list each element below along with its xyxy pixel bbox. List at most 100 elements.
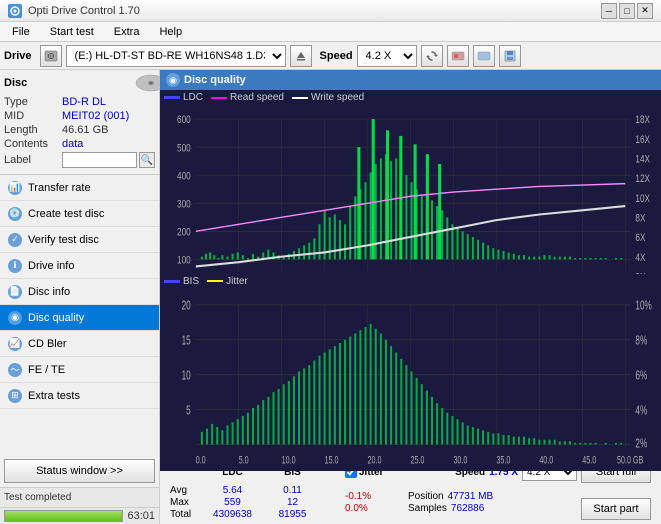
ldc-max: 559: [200, 497, 265, 508]
svg-text:6%: 6%: [635, 368, 647, 382]
eject-button[interactable]: [290, 45, 312, 67]
bis-values: 0.11 12 81955: [265, 485, 320, 520]
disc-icon: [135, 74, 155, 92]
ldc-avg: 5.64: [200, 485, 265, 496]
length-value: 46.61 GB: [62, 124, 108, 136]
total-label: Total: [170, 509, 200, 520]
disc-info-icon: 📄: [8, 285, 22, 299]
contents-value: data: [62, 138, 83, 150]
main-content: Disc Type BD-R DL MID MEIT02 (001) Leng: [0, 70, 661, 524]
svg-text:8X: 8X: [635, 212, 645, 225]
chart1-svg: 600 500 400 300 200 100 18X 16X 14X 12X …: [160, 105, 661, 288]
menu-help[interactable]: Help: [151, 24, 190, 40]
close-button[interactable]: ✕: [637, 3, 653, 19]
progress-area: Test completed: [0, 487, 159, 507]
jitter-max: 0.0%: [345, 503, 400, 514]
speed-label: Speed: [320, 50, 353, 62]
type-label: Type: [4, 96, 62, 108]
transfer-rate-icon: 📊: [8, 181, 22, 195]
panel-icon: ◉: [166, 73, 180, 87]
bis-total: 81955: [265, 509, 320, 520]
chart1-legend: LDC Read speed Write speed: [160, 90, 661, 105]
tool2-button[interactable]: [473, 45, 495, 67]
label-input[interactable]: [62, 152, 137, 168]
app-icon: [8, 4, 22, 18]
maximize-button[interactable]: □: [619, 3, 635, 19]
ldc-legend-item: LDC: [164, 92, 203, 103]
nav-cd-bler[interactable]: 📈 CD Bler: [0, 331, 159, 357]
position-samples: Position 47731 MB Samples 762886: [408, 491, 577, 514]
position-label: Position: [408, 491, 444, 502]
svg-text:10%: 10%: [635, 298, 652, 312]
stats-data: Avg Max Total 5.64 559 4309638 0.11 12 8…: [166, 485, 655, 520]
menubar: File Start test Extra Help: [0, 22, 661, 42]
jitter-legend-item: Jitter: [207, 276, 248, 287]
menu-file[interactable]: File: [4, 24, 38, 40]
svg-text:14X: 14X: [635, 153, 650, 166]
nav-transfer-rate[interactable]: 📊 Transfer rate: [0, 175, 159, 201]
chart2-legend: BIS Jitter: [160, 274, 661, 289]
write-speed-legend-item: Write speed: [292, 92, 364, 103]
progress-bar: [4, 510, 123, 522]
titlebar-left: Opti Drive Control 1.70: [8, 4, 140, 18]
type-value: BD-R DL: [62, 96, 106, 108]
nav-drive-info[interactable]: ℹ Drive info: [0, 253, 159, 279]
bis-legend-label: BIS: [183, 276, 199, 287]
ldc-chart: LDC Read speed Write speed: [160, 90, 661, 274]
drive-label: Drive: [4, 50, 32, 62]
status-window-button[interactable]: Status window >>: [4, 459, 155, 483]
svg-text:30.0: 30.0: [453, 454, 467, 466]
samples-label: Samples: [408, 503, 447, 514]
svg-text:0.0: 0.0: [196, 454, 206, 466]
nav-create-test-disc[interactable]: 💿 Create test disc: [0, 201, 159, 227]
svg-text:8%: 8%: [635, 333, 647, 347]
jitter-legend-label: Jitter: [226, 276, 248, 287]
save-button[interactable]: [499, 45, 521, 67]
label-search-button[interactable]: 🔍: [139, 152, 155, 168]
titlebar-controls: ─ □ ✕: [601, 3, 653, 19]
svg-text:300: 300: [177, 198, 191, 211]
contents-label: Contents: [4, 138, 62, 150]
mid-value: MEIT02 (001): [62, 110, 129, 122]
nav-fe-te[interactable]: 〜 FE / TE: [0, 357, 159, 383]
jitter-avg: -0.1%: [345, 491, 400, 502]
menu-start-test[interactable]: Start test: [42, 24, 102, 40]
disc-contents-field: Contents data: [4, 138, 155, 150]
svg-text:2%: 2%: [635, 436, 647, 450]
ldc-legend-label: LDC: [183, 92, 203, 103]
progress-fill: [5, 511, 122, 521]
samples-value: 762886: [451, 503, 484, 514]
start-part-button[interactable]: Start part: [581, 498, 651, 520]
svg-text:50.0 GB: 50.0 GB: [617, 454, 643, 466]
nav-verify-test-disc[interactable]: ✓ Verify test disc: [0, 227, 159, 253]
bis-legend-item: BIS: [164, 276, 199, 287]
svg-text:200: 200: [177, 226, 191, 239]
create-test-disc-icon: 💿: [8, 207, 22, 221]
jitter-legend-color: [207, 280, 223, 282]
chart2-svg: 20 15 10 5 10% 8% 6% 4% 2% 0.0 5.0 10.0 …: [160, 289, 661, 472]
menu-extra[interactable]: Extra: [106, 24, 148, 40]
minimize-button[interactable]: ─: [601, 3, 617, 19]
svg-text:15.0: 15.0: [325, 454, 339, 466]
nav-extra-tests[interactable]: ⊞ Extra tests: [0, 383, 159, 409]
read-speed-legend-color: [211, 97, 227, 99]
tool1-button[interactable]: [447, 45, 469, 67]
svg-text:4%: 4%: [635, 403, 647, 417]
position-row: Position 47731 MB: [408, 491, 577, 502]
disc-title: Disc: [4, 77, 27, 89]
svg-text:35.0: 35.0: [496, 454, 510, 466]
panel-title: Disc quality: [184, 74, 246, 86]
disc-panel: Disc Type BD-R DL MID MEIT02 (001) Leng: [0, 70, 159, 175]
refresh-button[interactable]: [421, 45, 443, 67]
bis-legend-color: [164, 280, 180, 283]
svg-text:600: 600: [177, 114, 191, 127]
drive-select[interactable]: (E:) HL-DT-ST BD-RE WH16NS48 1.D3: [66, 45, 286, 67]
nav-disc-info[interactable]: 📄 Disc info: [0, 279, 159, 305]
avg-label: Avg: [170, 485, 200, 496]
right-content: ◉ Disc quality LDC Read speed: [160, 70, 661, 524]
read-speed-legend-item: Read speed: [211, 92, 284, 103]
write-speed-legend-label: Write speed: [311, 92, 364, 103]
speed-select[interactable]: 4.2 X: [357, 45, 417, 67]
nav-disc-quality[interactable]: ◉ Disc quality: [0, 305, 159, 331]
row-labels: Avg Max Total: [170, 485, 200, 520]
